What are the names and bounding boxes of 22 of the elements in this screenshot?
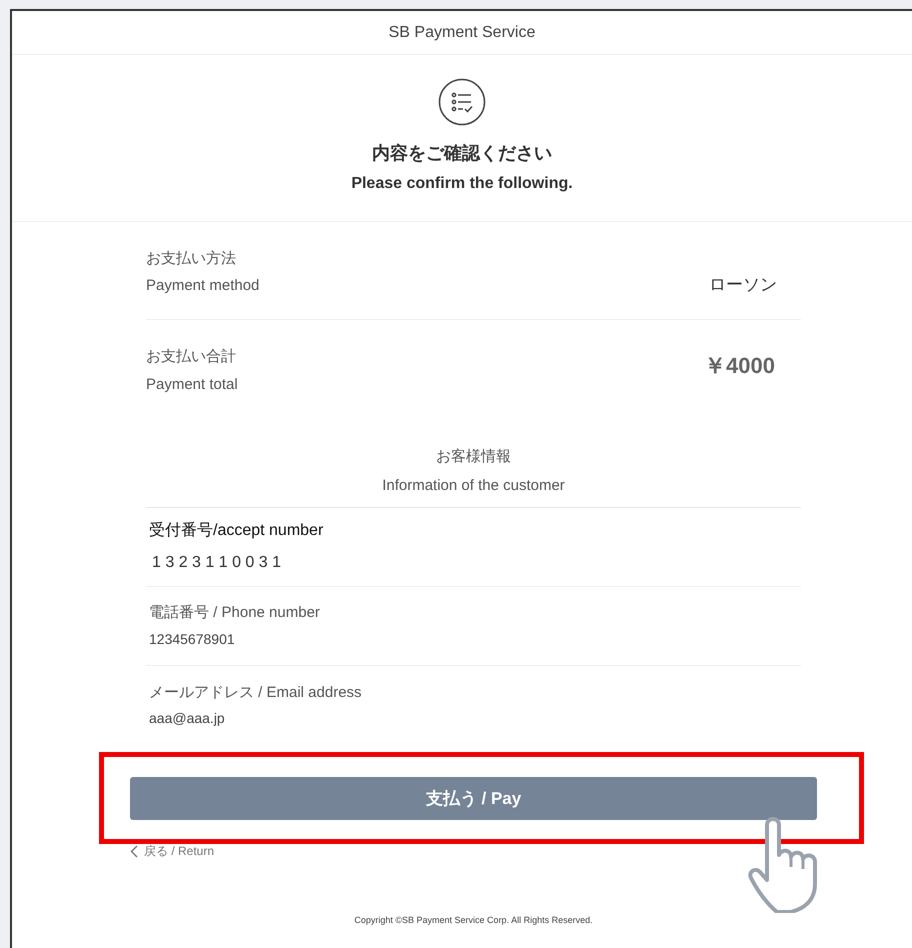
label-japanese: お支払い方法 <box>146 248 237 268</box>
label-english: Payment method <box>146 276 260 296</box>
chevron-left-icon <box>130 844 138 858</box>
field-label: 電話番号 / Phone number <box>149 603 321 624</box>
heading-english: Please confirm the following. <box>351 174 573 194</box>
label-english: Payment total <box>146 374 238 394</box>
heading-japanese: 内容をご確認ください <box>372 142 552 165</box>
field-label: 受付番号/accept number <box>149 520 324 541</box>
label-japanese: お支払い合計 <box>146 347 237 367</box>
section-title-japanese: お客様情報 <box>436 447 511 467</box>
site-title: SB Payment Service <box>388 22 536 42</box>
copyright-text: Copyright ©SB Payment Service Corp. All Rights Reserved. <box>353 914 594 927</box>
section-title-english: Information of the customer <box>382 476 565 496</box>
pay-button[interactable]: 支払う / Pay <box>130 777 817 820</box>
payment-total: ￥4000 <box>704 352 775 380</box>
payment-method: ローソン <box>709 274 777 296</box>
return-link[interactable]: 戻る / Return <box>130 842 214 860</box>
field-value: 12345678901 <box>149 630 236 649</box>
field-value: aaa@aaa.jp <box>149 709 226 728</box>
field-label: メールアドレス / Email address <box>149 682 363 703</box>
field-value: 1 3 2 3 1 1 0 0 3 1 <box>152 553 282 573</box>
checklist-icon <box>438 78 486 126</box>
